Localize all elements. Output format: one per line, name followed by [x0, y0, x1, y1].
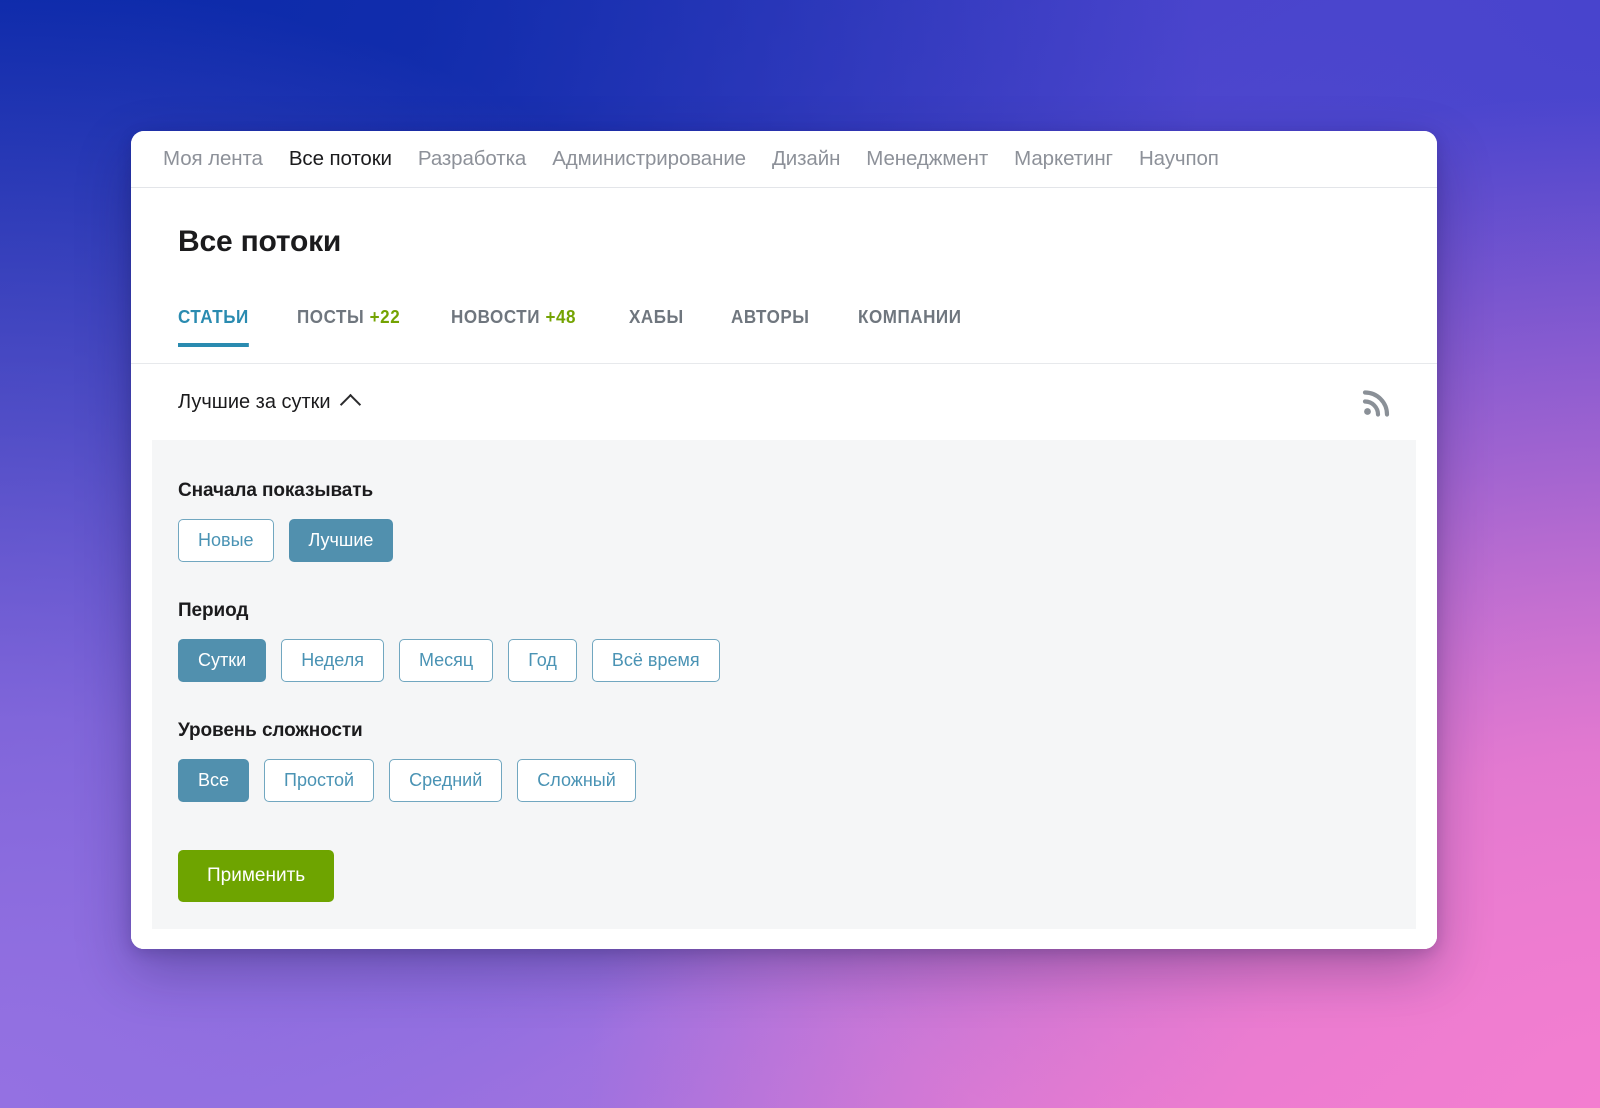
tab-0[interactable]: СТАТЬИ [178, 306, 249, 347]
filter-group-title-difficulty: Уровень сложности [178, 720, 363, 741]
filter-chip-difficulty-2[interactable]: Средний [389, 759, 503, 802]
tab-badge: +48 [545, 306, 577, 327]
sort-row: Лучшие за сутки [131, 364, 1437, 440]
tab-badge: +22 [369, 306, 401, 327]
chevron-up-icon [339, 393, 361, 416]
app-card: Моя лента Все потоки Разработка Администрир… [131, 131, 1437, 949]
nav-item-3[interactable]: Администрирование [539, 148, 759, 170]
filter-chip-difficulty-0[interactable]: Все [178, 759, 250, 802]
filter-chip-show-first-1[interactable]: Лучшие [288, 519, 394, 562]
filter-chip-period-0[interactable]: Сутки [178, 639, 267, 682]
tab-label: НОВОСТИ [451, 306, 541, 327]
filter-chip-difficulty-3[interactable]: Сложный [517, 759, 636, 802]
filter-group-period: Сутки Неделя Месяц Год Всё время [178, 639, 1416, 682]
apply-button[interactable]: Применить [178, 850, 335, 902]
tab-3[interactable]: ХАБЫ [629, 306, 684, 347]
filter-group-show-first: Новые Лучшие [178, 519, 1416, 562]
filters-panel: Сначала показывать Новые Лучшие Период Сутки… [152, 440, 1416, 929]
page-content: Все потоки СТАТЬИ ПОСТЫ +22 НОВОСТИ +48 ХАБЫ А… [131, 188, 1437, 949]
filters-wrapper: Сначала показывать Новые Лучшие Период Сутки… [131, 440, 1437, 949]
page-title: Все потоки [178, 225, 342, 258]
filter-chip-period-4[interactable]: Всё время [591, 639, 720, 682]
tab-label: ХАБЫ [629, 306, 684, 327]
tab-label: ПОСТЫ [296, 306, 365, 327]
tab-1[interactable]: ПОСТЫ +22 [297, 306, 400, 347]
nav-item-4[interactable]: Дизайн [759, 148, 853, 170]
filter-group-difficulty: Все Простой Средний Сложный [178, 759, 1416, 802]
filter-chip-difficulty-1[interactable]: Простой [264, 759, 375, 802]
tab-label: СТАТЬИ [178, 306, 249, 327]
filter-group-title-show-first: Сначала показывать [178, 480, 374, 501]
sort-dropdown-label: Лучшие за сутки [178, 390, 331, 413]
filter-chip-period-1[interactable]: Неделя [281, 639, 384, 682]
nav-item-1[interactable]: Все потоки [276, 148, 405, 170]
section-tabs: СТАТЬИ ПОСТЫ +22 НОВОСТИ +48 ХАБЫ АВТОРЫ КОМПАН… [131, 306, 1437, 364]
nav-item-5[interactable]: Менеджмент [853, 148, 1001, 170]
filter-group-title-period: Период [178, 600, 249, 621]
nav-item-6[interactable]: Маркетинг [1001, 148, 1126, 170]
nav-item-0[interactable]: Моя лента [150, 148, 276, 170]
filter-chip-period-3[interactable]: Год [508, 639, 577, 682]
rss-icon[interactable] [1361, 386, 1393, 418]
sort-dropdown[interactable]: Лучшие за сутки [178, 390, 361, 416]
tab-2[interactable]: НОВОСТИ +48 [451, 306, 576, 347]
tab-5[interactable]: КОМПАНИИ [858, 306, 962, 347]
top-navigation: Моя лента Все потоки Разработка Администрир… [131, 131, 1437, 188]
nav-item-7[interactable]: Научпоп [1126, 148, 1232, 170]
filter-chip-show-first-0[interactable]: Новые [178, 519, 274, 562]
filter-chip-period-2[interactable]: Месяц [398, 639, 494, 682]
tab-label: КОМПАНИИ [857, 306, 962, 327]
tab-label: АВТОРЫ [730, 306, 810, 327]
nav-item-2[interactable]: Разработка [405, 148, 539, 170]
tab-4[interactable]: АВТОРЫ [731, 306, 809, 347]
